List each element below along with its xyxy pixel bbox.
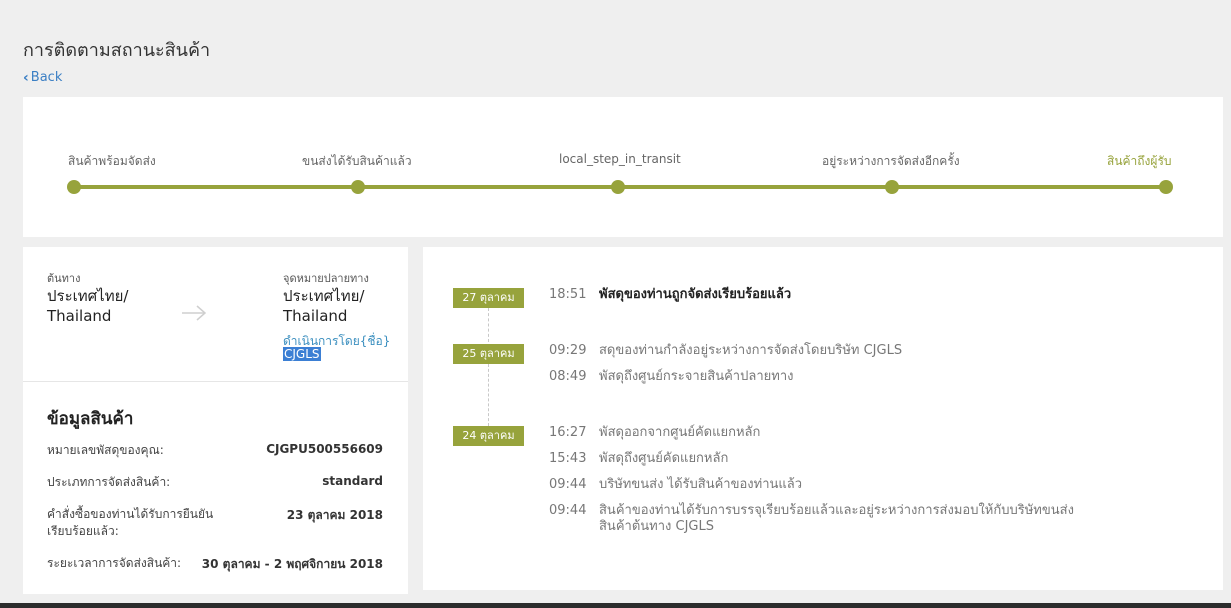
info-value: CJGPU500556609 [266, 442, 383, 456]
chevron-left-icon: ‹ [23, 69, 29, 86]
event-time: 18:51 [549, 287, 587, 302]
event-text: พัสดุถึงศูนย์กระจายสินค้าปลายทาง [599, 369, 794, 384]
info-value: 23 ตุลาคม 2018 [286, 508, 383, 522]
event-text: พัสดุออกจากศูนย์คัดแยกหลัก [599, 425, 761, 440]
step-label-ready: สินค้าพร้อมจัดส่ง [68, 154, 156, 168]
event-text: พัสดุของท่านถูกจัดส่งเรียบร้อยแล้ว [599, 287, 792, 302]
shipment-panel: ต้นทาง ประเทศไทย/ Thailand จุดหมายปลายทา… [23, 247, 408, 594]
event-time: 15:43 [549, 451, 587, 466]
event-time: 09:29 [549, 343, 587, 358]
event-time: 16:27 [549, 425, 587, 440]
step-label-redelivery: อยู่ระหว่างการจัดส่งอีกครั้ง [822, 154, 960, 168]
event-time: 09:44 [549, 477, 587, 492]
step-dot-delivered [1159, 180, 1173, 194]
info-label: หมายเลขพัสดุของคุณ: [47, 443, 164, 457]
info-row-shipping-type: ประเภทการจัดส่งสินค้า: standard [47, 474, 383, 492]
destination-country-en: Thailand [283, 307, 348, 325]
timeline-connector [488, 364, 489, 426]
step-label-picked-up: ขนส่งได้รับสินค้าแล้ว [302, 154, 412, 168]
tracking-timeline: 27 ตุลาคม 18:51 พัสดุของท่านถูกจัดส่งเรี… [423, 247, 1223, 590]
step-label-in-transit: local_step_in_transit [559, 152, 681, 166]
event-time: 09:44 [549, 503, 587, 518]
info-row-tracking-number: หมายเลขพัสดุของคุณ: CJGPU500556609 [47, 442, 383, 460]
back-label: Back [30, 70, 63, 85]
origin-label: ต้นทาง [47, 272, 81, 285]
event-text: สินค้าของท่านได้รับการบรรจุเรียบร้อยแล้ว… [599, 503, 1074, 518]
origin-country-en: Thailand [47, 307, 112, 325]
back-link[interactable]: ‹ Back [23, 70, 62, 85]
date-badge: 24 ตุลาคม [453, 426, 524, 446]
event-text: พัสดุถึงศูนย์คัดแยกหลัก [599, 451, 729, 466]
info-label: ประเภทการจัดส่งสินค้า: [47, 475, 171, 489]
step-dot-picked-up [351, 180, 365, 194]
step-dot-in-transit [611, 180, 625, 194]
timeline-connector [488, 308, 489, 342]
step-label-delivered: สินค้าถึงผู้รับ [1107, 154, 1172, 168]
info-row-delivery-window: ระยะเวลาการจัดส่งสินค้า: 30 ตุลาคม - 2 พ… [47, 555, 383, 573]
info-row-order-confirmed: คำสั่งซื้อของท่านได้รับการยืนยันเรียบร้อ… [47, 506, 383, 542]
info-label: คำสั่งซื้อของท่านได้รับการยืนยันเรียบร้อ… [47, 507, 214, 538]
arrow-right-icon [182, 305, 207, 321]
step-dot-redelivery [885, 180, 899, 194]
origin-country: ประเทศไทย/ [47, 287, 129, 305]
info-value: standard [322, 474, 383, 488]
event-time: 08:49 [549, 369, 587, 384]
product-info-title: ข้อมูลสินค้า [47, 409, 134, 429]
taskbar [0, 603, 1231, 608]
page-title: การติดตามสถานะสินค้า [23, 40, 211, 61]
destination-country: ประเทศไทย/ [283, 287, 365, 305]
step-dot-ready [67, 180, 81, 194]
route-section: ต้นทาง ประเทศไทย/ Thailand จุดหมายปลายทา… [23, 247, 408, 382]
event-text: บริษัทขนส่ง ได้รับสินค้าของท่านแล้ว [599, 477, 803, 492]
event-text: สดุของท่านกำลังอยู่ระหว่างการจัดส่งโดยบร… [599, 343, 903, 358]
progress-tracker: สินค้าพร้อมจัดส่ง ขนส่งได้รับสินค้าแล้ว … [23, 97, 1223, 237]
event-text-continued: สินค้าต้นทาง CJGLS [599, 519, 714, 534]
destination-label: จุดหมายปลายทาง [283, 272, 369, 285]
date-badge: 25 ตุลาคม [453, 344, 524, 364]
date-badge: 27 ตุลาคม [453, 288, 524, 308]
info-value: 30 ตุลาคม - 2 พฤศจิกายน 2018 [201, 557, 383, 571]
carrier-name: CJGLS [283, 347, 321, 361]
